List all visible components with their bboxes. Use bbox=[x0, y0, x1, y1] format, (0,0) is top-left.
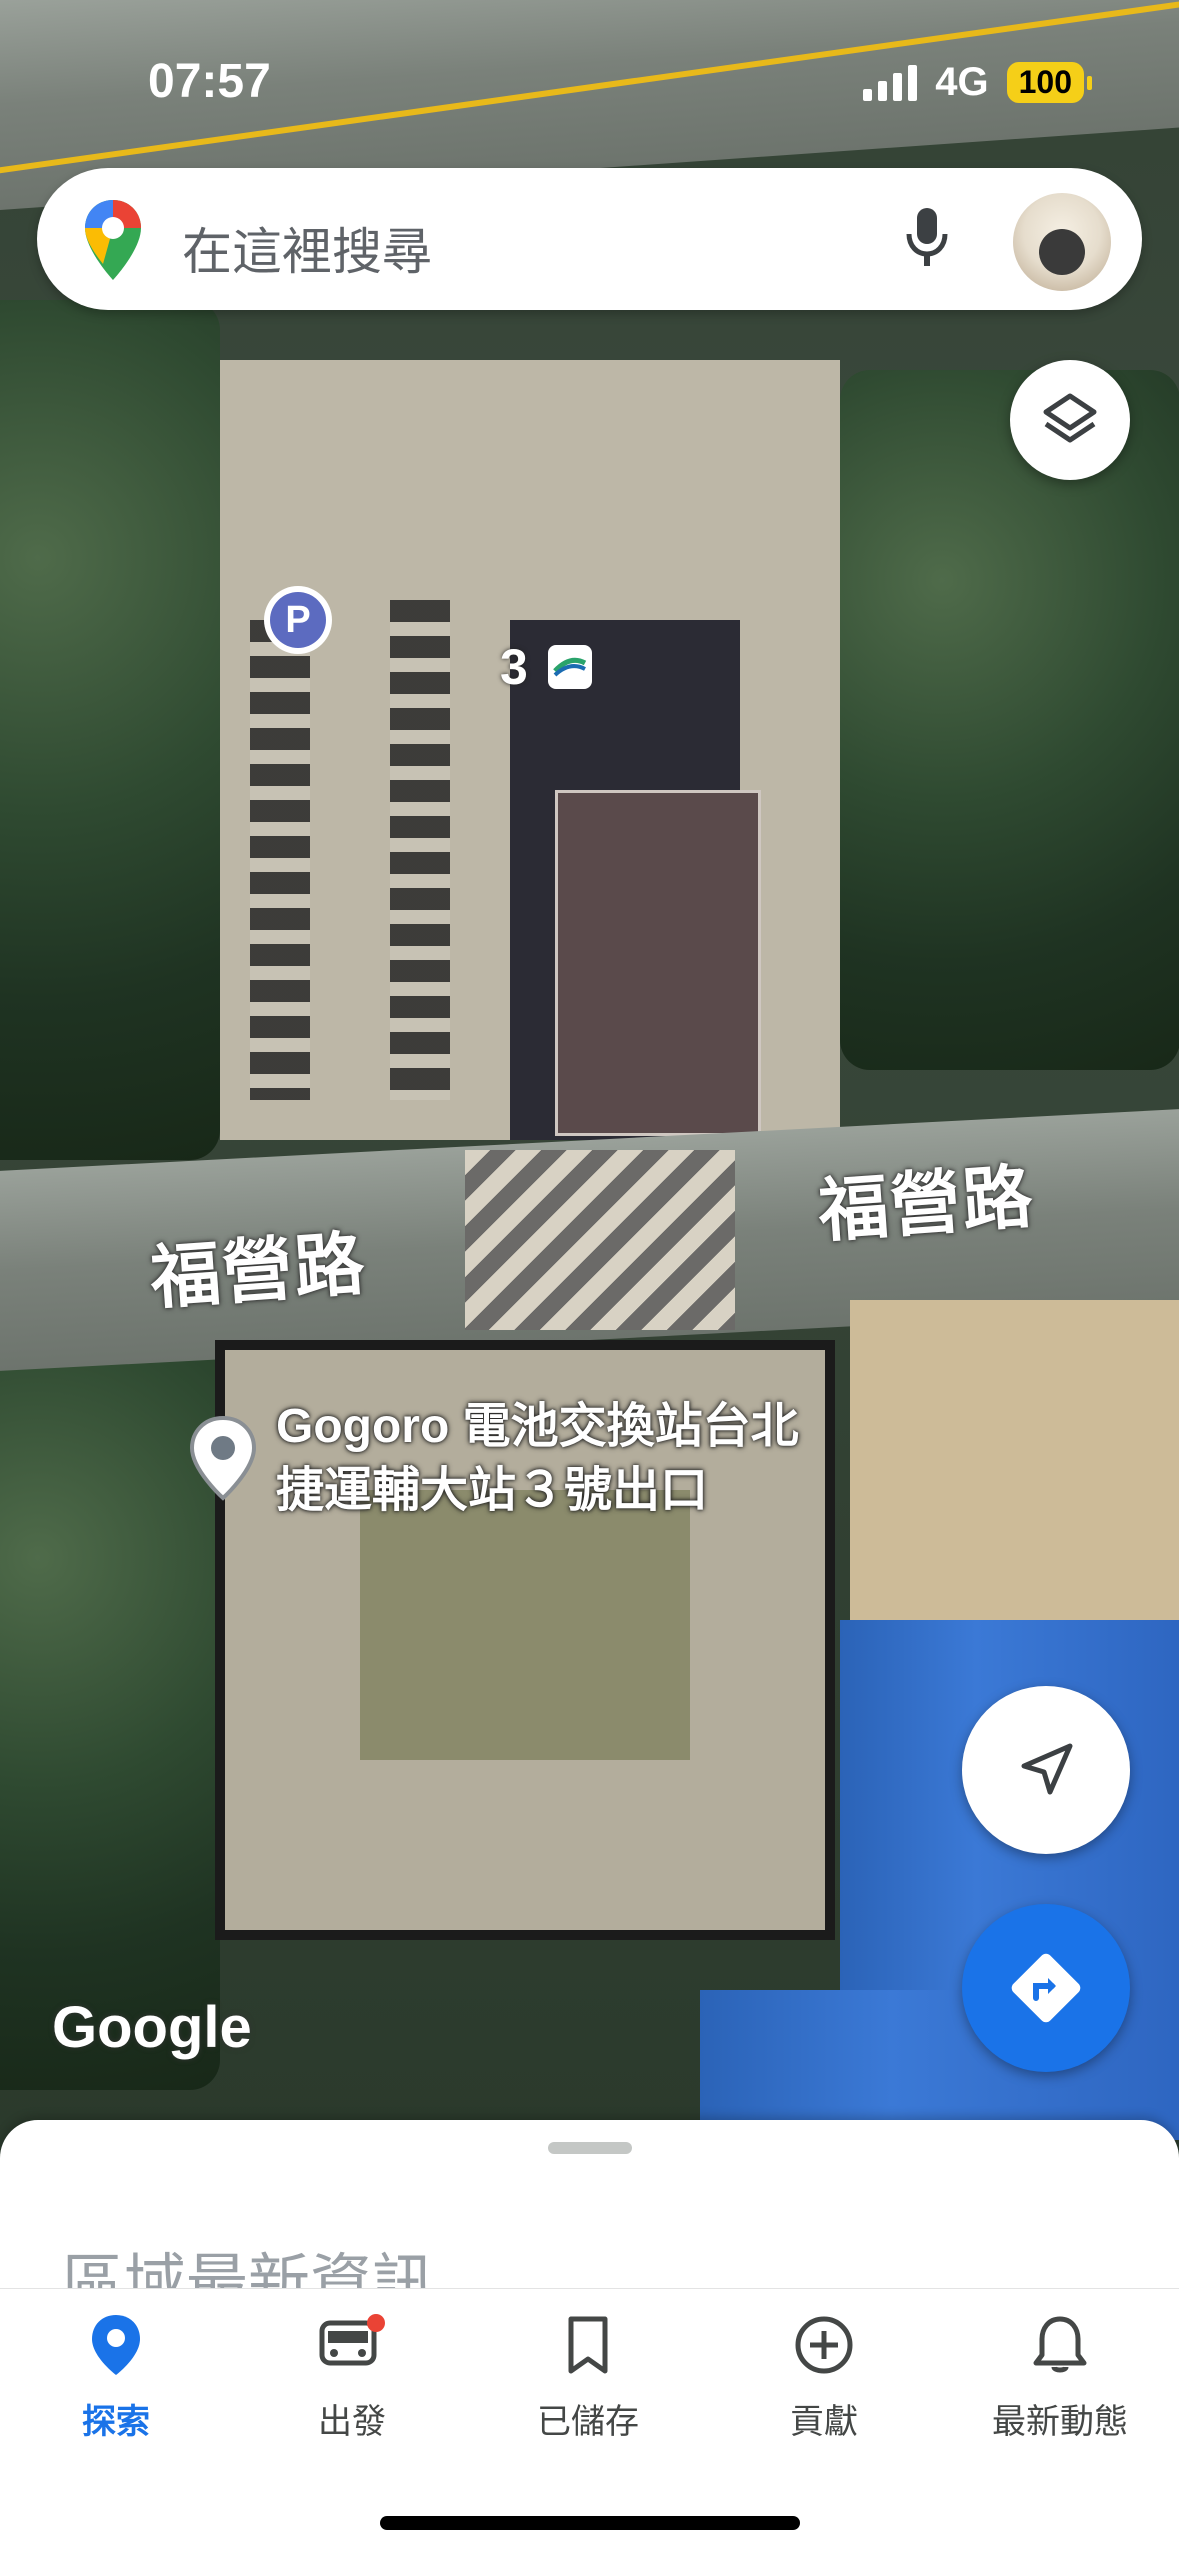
my-location-button[interactable] bbox=[962, 1686, 1130, 1854]
status-time: 07:57 bbox=[148, 55, 271, 108]
directions-button[interactable] bbox=[962, 1904, 1130, 2072]
add-circle-icon bbox=[795, 2316, 853, 2374]
bottom-tab-bar: 探索 出發 已儲存 貢獻 最新動態 bbox=[0, 2288, 1179, 2509]
map-vegetation bbox=[0, 300, 220, 1160]
search-bar[interactable]: 在這裡搜尋 bbox=[37, 168, 1142, 310]
map-lot-center bbox=[360, 1490, 690, 1760]
microphone-icon[interactable] bbox=[903, 206, 951, 275]
place-label-line1[interactable]: Gogoro 電池交換站台北 bbox=[276, 1398, 799, 1456]
cellular-signal-icon bbox=[863, 64, 918, 101]
sheet-drag-handle[interactable] bbox=[548, 2142, 632, 2154]
battery-icon: 100 bbox=[1006, 62, 1093, 103]
bookmark-icon bbox=[568, 2316, 608, 2374]
road-label-fuying-left: 福營路 bbox=[147, 1224, 369, 1318]
search-input[interactable]: 在這裡搜尋 bbox=[182, 212, 432, 284]
metro-icon[interactable] bbox=[548, 645, 592, 689]
status-icons: 4G 100 bbox=[863, 60, 1093, 105]
parking-marker[interactable]: P bbox=[264, 586, 332, 654]
home-indicator bbox=[380, 2516, 800, 2530]
bell-icon bbox=[1033, 2316, 1087, 2373]
place-pin-icon[interactable] bbox=[186, 1414, 260, 1509]
map-crosswalk bbox=[465, 1150, 735, 1330]
account-avatar[interactable] bbox=[1010, 190, 1114, 294]
map-building-roof bbox=[555, 790, 761, 1136]
navigation-arrow-icon bbox=[1021, 1743, 1073, 1795]
tab-label: 已儲存 bbox=[537, 2403, 639, 2441]
map-parking-rows bbox=[250, 620, 310, 1100]
tab-explore[interactable]: 探索 bbox=[16, 2313, 216, 2443]
road-label-fuying-right: 福營路 bbox=[815, 1157, 1037, 1251]
tab-label: 貢獻 bbox=[790, 2403, 858, 2441]
google-logo: Google bbox=[52, 1995, 252, 2060]
tab-label: 出發 bbox=[318, 2403, 386, 2441]
notification-dot bbox=[367, 2314, 385, 2332]
metro-exit-number: 3 bbox=[500, 639, 528, 695]
place-label-line2[interactable]: 捷運輔大站３號出口 bbox=[276, 1462, 708, 1520]
tab-commute[interactable]: 出發 bbox=[252, 2313, 452, 2443]
tab-contribute[interactable]: 貢獻 bbox=[724, 2313, 924, 2443]
map-vegetation bbox=[840, 370, 1179, 1070]
tab-saved[interactable]: 已儲存 bbox=[488, 2313, 688, 2443]
layers-icon bbox=[1043, 393, 1097, 443]
tab-label: 最新動態 bbox=[992, 2403, 1128, 2441]
maps-logo-icon bbox=[83, 198, 143, 287]
tab-updates[interactable]: 最新動態 bbox=[960, 2313, 1160, 2443]
layers-button[interactable] bbox=[1010, 360, 1130, 480]
location-pin-icon bbox=[92, 2315, 140, 2375]
parking-icon: P bbox=[270, 592, 326, 648]
map-parking-lot bbox=[850, 1300, 1179, 1620]
map-parking-rows bbox=[390, 600, 450, 1100]
tab-label: 探索 bbox=[82, 2403, 150, 2441]
directions-icon bbox=[1011, 1953, 1081, 2023]
commute-icon bbox=[319, 2314, 385, 2366]
network-type: 4G bbox=[935, 60, 989, 104]
